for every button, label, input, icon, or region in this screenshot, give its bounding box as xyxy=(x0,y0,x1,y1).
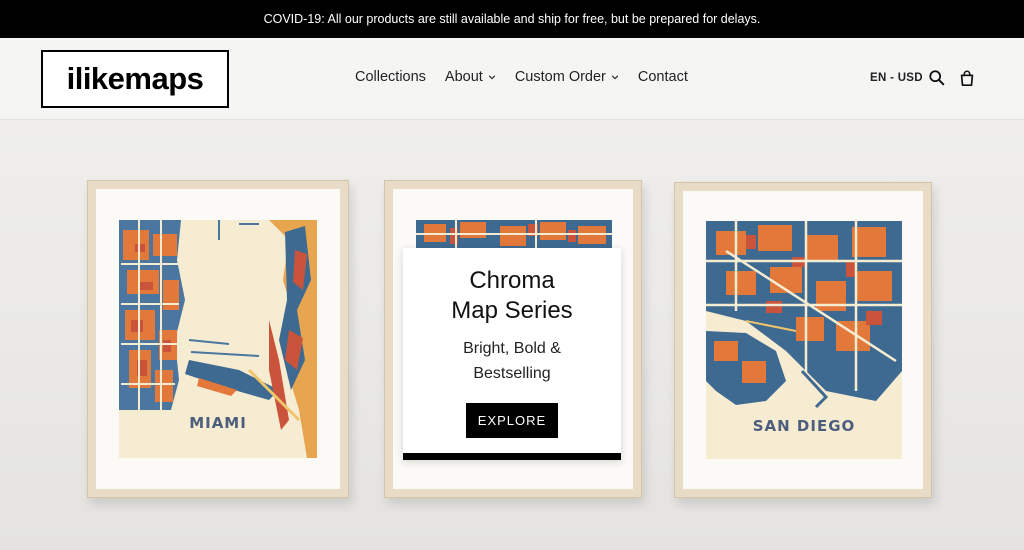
nav-label: Collections xyxy=(355,69,426,85)
nav-item-contact[interactable]: Contact xyxy=(638,69,688,85)
city-label: SAN DIEGO xyxy=(752,417,856,435)
frame-mat: MIAMI xyxy=(96,189,340,489)
promo-subtitle-line1: Bright, Bold & xyxy=(463,340,561,357)
locale-selector[interactable]: EN - USD xyxy=(870,72,923,84)
promo-title-line1: Chroma xyxy=(469,267,555,294)
chevron-down-icon xyxy=(611,75,619,80)
promo-subtitle: Bright, Bold & Bestselling xyxy=(403,336,621,386)
promo-title-line2: Map Series xyxy=(451,297,573,324)
san-diego-frame: SAN DIEGO xyxy=(674,182,932,498)
site-logo[interactable]: ilikemaps xyxy=(41,50,229,108)
nav-label: Contact xyxy=(637,69,688,85)
nav-item-collections[interactable]: Collections xyxy=(355,69,426,85)
chevron-down-icon xyxy=(488,75,496,80)
miami-map-art: MIAMI xyxy=(119,220,317,458)
explore-button[interactable]: EXPLORE xyxy=(466,403,558,438)
promo-card: Chroma Map Series Bright, Bold & Bestsel… xyxy=(403,248,621,460)
main-nav: Collections About Custom Order Contact xyxy=(355,69,688,85)
site-header: ilikemaps Collections About Custom Order… xyxy=(0,38,1024,120)
cart-icon[interactable] xyxy=(958,69,976,87)
promo-subtitle-line2: Bestselling xyxy=(473,365,551,382)
miami-frame: MIAMI xyxy=(87,180,349,498)
san-diego-map-art: SAN DIEGO xyxy=(706,221,902,459)
hero-banner: MIAMI SAN DIEGO Chroma Map Series Bright… xyxy=(0,120,1024,550)
nav-item-custom-order[interactable]: Custom Order xyxy=(515,69,619,85)
announcement-bar: COVID-19: All our products are still ava… xyxy=(0,0,1024,38)
frame-mat: SAN DIEGO xyxy=(683,191,923,489)
nav-label: About xyxy=(444,69,483,85)
city-label: MIAMI xyxy=(189,414,247,432)
nav-item-about[interactable]: About xyxy=(445,69,496,85)
announcement-text: COVID-19: All our products are still ava… xyxy=(263,12,761,26)
nav-label: Custom Order xyxy=(514,69,606,85)
search-icon[interactable] xyxy=(928,69,946,87)
promo-title: Chroma Map Series xyxy=(403,266,621,326)
